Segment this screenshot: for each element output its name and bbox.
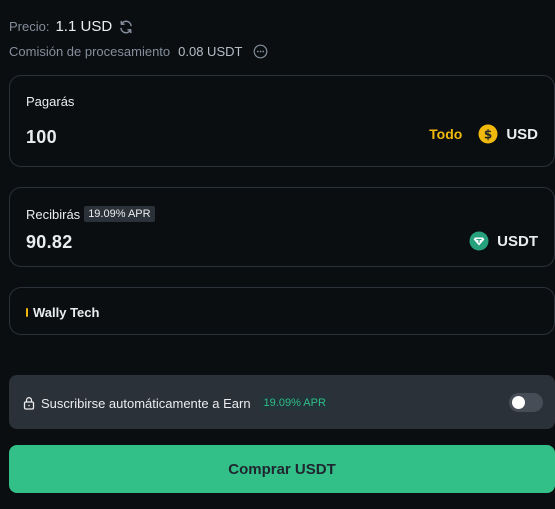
partner-card[interactable]: Wally Tech — [9, 287, 555, 335]
partner-row: Wally Tech — [26, 305, 99, 320]
receive-label: Recibirás — [26, 206, 81, 222]
price-row: Precio: 1.1 USD — [9, 18, 134, 35]
pay-amount-input[interactable] — [26, 127, 226, 148]
pay-card: Pagarás Todo $ USD — [9, 75, 555, 167]
fee-row: Comisión de procesamiento 0.08 USDT — [9, 44, 268, 59]
auto-earn-box: Suscribirse automáticamente a Earn 19.09… — [9, 375, 555, 429]
fee-label: Comisión de procesamiento — [9, 44, 171, 59]
receive-currency-code: USDT — [497, 232, 538, 250]
dollar-coin-icon: $ — [478, 124, 498, 144]
auto-earn-label: Suscribirse automáticamente a Earn — [41, 395, 251, 411]
fee-value: 0.08 USDT — [178, 44, 243, 59]
buy-usdt-button[interactable]: Comprar USDT — [9, 445, 555, 493]
auto-earn-row: Suscribirse automáticamente a Earn 19.09… — [22, 395, 330, 411]
auto-earn-toggle[interactable] — [509, 393, 543, 412]
partner-name: Wally Tech — [33, 305, 100, 320]
price-label: Precio: — [9, 19, 50, 34]
more-options-icon[interactable] — [253, 44, 268, 59]
partner-accent-bar — [26, 308, 28, 317]
tether-icon — [469, 231, 489, 251]
max-button[interactable]: Todo — [429, 126, 462, 142]
receive-amount: 90.82 — [26, 232, 73, 252]
price-value: 1.1 USD — [55, 18, 113, 35]
pay-currency-selector[interactable]: Todo $ USD — [429, 124, 538, 144]
svg-text:$: $ — [484, 128, 492, 142]
receive-label-row: Recibirás 19.09% APR — [26, 206, 155, 222]
lock-icon — [22, 396, 36, 410]
apr-badge: 19.09% APR — [84, 206, 155, 222]
receive-currency-selector[interactable]: USDT — [469, 231, 538, 251]
pay-label: Pagarás — [26, 94, 75, 109]
pay-currency-code: USD — [506, 125, 538, 143]
refresh-icon[interactable] — [118, 19, 134, 35]
toggle-knob — [512, 396, 525, 409]
receive-card: Recibirás 19.09% APR 90.82 USDT — [9, 187, 555, 267]
earn-apr-badge: 19.09% APR — [259, 395, 330, 411]
